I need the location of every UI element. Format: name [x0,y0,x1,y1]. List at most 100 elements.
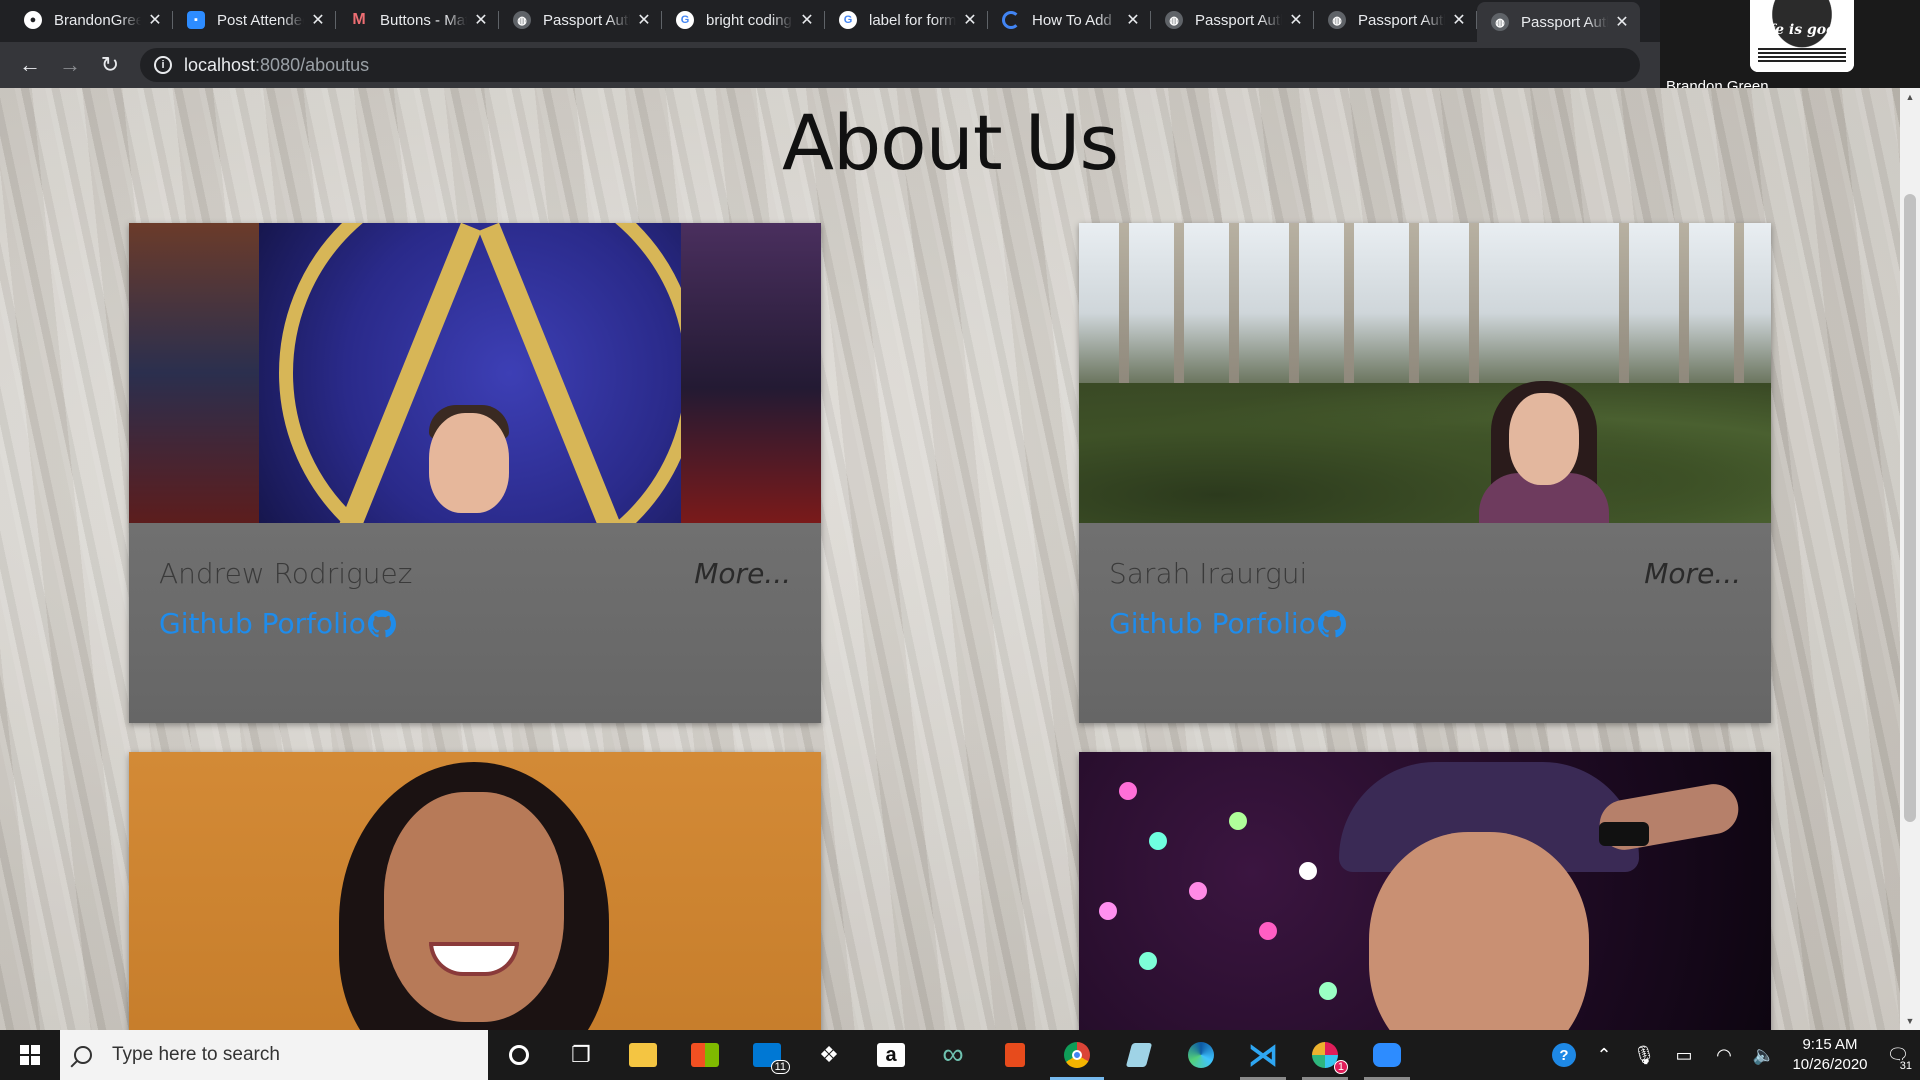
page-scrollbar[interactable]: ▲ ▼ [1900,88,1920,1030]
help-icon[interactable]: ? [1544,1030,1584,1080]
tab-passport-auth-3[interactable]: ◍ Passport Authentication ✕ [1314,2,1477,38]
more-link[interactable]: More... [1644,557,1741,590]
notification-count: 31 [1899,1060,1912,1072]
team-member-photo [129,223,821,523]
bokeh-light [1149,832,1167,850]
close-icon[interactable]: ✕ [1614,12,1630,32]
team-card [1079,752,1771,1030]
forest-undergrowth [1079,383,1771,523]
office-icon[interactable] [984,1030,1046,1080]
taskbar-search-box[interactable]: Type here to search [60,1030,488,1080]
reload-icon[interactable]: ↻ [92,47,128,83]
microsoft-store-icon[interactable] [674,1030,736,1080]
forward-arrow-icon[interactable]: → [52,47,88,83]
browser-toolbar: ← → ↻ i localhost:8080/aboutus [0,42,1660,88]
member-name: Sarah Iraurgui [1109,557,1308,590]
github-link-label: Github Porfolio [159,607,366,640]
address-bar[interactable]: i localhost:8080/aboutus [140,48,1640,82]
wifi-icon[interactable]: ◠ [1704,1030,1744,1080]
notification-center-icon[interactable]: 🗨 31 [1876,1030,1920,1080]
close-icon[interactable]: ✕ [799,10,815,30]
bokeh-light [1099,902,1117,920]
slack-icon[interactable]: 1 [1294,1030,1356,1080]
team-member-photo [1079,752,1771,1030]
scroll-down-arrow-icon[interactable]: ▼ [1900,1012,1920,1030]
scroll-thumb[interactable] [1904,194,1916,822]
search-placeholder: Type here to search [112,1044,280,1065]
amazon-icon[interactable]: a [860,1030,922,1080]
tab-title: How To Add [1032,11,1112,29]
back-arrow-icon[interactable]: ← [12,47,48,83]
tab-title: label for form [869,11,956,29]
globe-icon: ◍ [1328,11,1346,29]
cortana-icon[interactable] [488,1030,550,1080]
spinner-icon [1002,11,1020,29]
dropbox-icon[interactable]: ❖ [798,1030,860,1080]
tab-title: BrandonGreen [54,11,141,29]
close-icon[interactable]: ✕ [1125,10,1141,30]
tab-github[interactable]: ● BrandonGreen ✕ [10,2,173,38]
tab-passport-auth-1[interactable]: ◍ Passport Authentication ✕ [499,2,662,38]
more-link[interactable]: More... [694,557,791,590]
bokeh-light [1229,812,1247,830]
mail-badge: 11 [770,1060,790,1074]
microphone-icon[interactable]: 🎙 [1624,1030,1664,1080]
slack-badge: 1 [1333,1060,1348,1074]
github-link-label: Github Porfolio [1109,607,1316,640]
close-icon[interactable]: ✕ [1451,10,1467,30]
zoom-icon: ▪ [187,11,205,29]
tab-post-attendee[interactable]: ▪ Post Attendee ✕ [173,2,336,38]
person-watch [1599,822,1649,846]
close-icon[interactable]: ✕ [1288,10,1304,30]
close-icon[interactable]: ✕ [473,10,489,30]
globe-icon: ◍ [1491,13,1509,31]
tab-passport-auth-2[interactable]: ◍ Passport Authentication ✕ [1151,2,1314,38]
infinity-icon[interactable]: ∞ [922,1030,984,1080]
system-tray: ? ⌃ 🎙 ▭ ◠ 🔈 9:15 AM 10/26/2020 🗨 31 [1544,1030,1920,1080]
clock-time: 9:15 AM [1802,1036,1858,1053]
task-view-icon[interactable]: ❐ [550,1030,612,1080]
close-icon[interactable]: ✕ [147,10,163,30]
chevron-up-icon[interactable]: ⌃ [1584,1030,1624,1080]
url-host: localhost [184,54,256,75]
close-icon[interactable]: ✕ [636,10,652,30]
start-button[interactable] [0,1030,60,1080]
close-icon[interactable]: ✕ [962,10,978,30]
github-portfolio-link[interactable]: Github Porfolio [159,607,396,640]
bokeh-light [1299,862,1317,880]
tab-passport-auth-active[interactable]: ◍ Passport Authentication ✕ [1477,2,1640,42]
page-viewport: About Us Andrew Rodriguez More... Github… [0,88,1900,1030]
file-explorer-icon[interactable] [612,1030,674,1080]
team-card: Sarah Iraurgui More... Github Porfolio [1079,223,1771,723]
clock-date: 10/26/2020 [1792,1056,1868,1073]
person-face [1369,832,1589,1030]
mail-icon[interactable]: 11 [736,1030,798,1080]
info-icon[interactable]: i [154,56,172,74]
tab-title: Passport Authentication [543,11,630,29]
person-face [384,792,564,1022]
team-member-photo [1079,223,1771,523]
bokeh-light [1119,782,1137,800]
tab-title: bright coding [706,11,792,29]
battery-icon[interactable]: ▭ [1664,1030,1704,1080]
globe-icon: ◍ [513,11,531,29]
chrome-icon[interactable] [1046,1030,1108,1080]
close-icon[interactable]: ✕ [310,10,326,30]
video-call-overlay[interactable]: Life is good. Brandon Green [1660,0,1920,100]
tab-how-to-add[interactable]: How To Add ✕ [988,2,1151,38]
github-portfolio-link[interactable]: Github Porfolio [1109,607,1346,640]
vscode-icon[interactable]: ⋊ [1232,1030,1294,1080]
system-clock[interactable]: 9:15 AM 10/26/2020 [1784,1035,1876,1075]
edge-icon[interactable] [1170,1030,1232,1080]
tab-buttons-materialize[interactable]: M Buttons - Materialize ✕ [336,2,499,38]
tab-bright-coding[interactable]: G bright coding ✕ [662,2,825,38]
zoom-icon[interactable] [1356,1030,1418,1080]
poster-heroes-right [681,223,821,523]
volume-icon[interactable]: 🔈 [1744,1030,1784,1080]
card-body: Sarah Iraurgui More... Github Porfolio [1079,523,1771,723]
google-icon: G [839,11,857,29]
tab-label-for-form[interactable]: G label for form ✕ [825,2,988,38]
scroll-up-arrow-icon[interactable]: ▲ [1900,88,1920,106]
notepad-icon[interactable] [1108,1030,1170,1080]
team-card: Andrew Rodriguez More... Github Porfolio [129,223,821,723]
